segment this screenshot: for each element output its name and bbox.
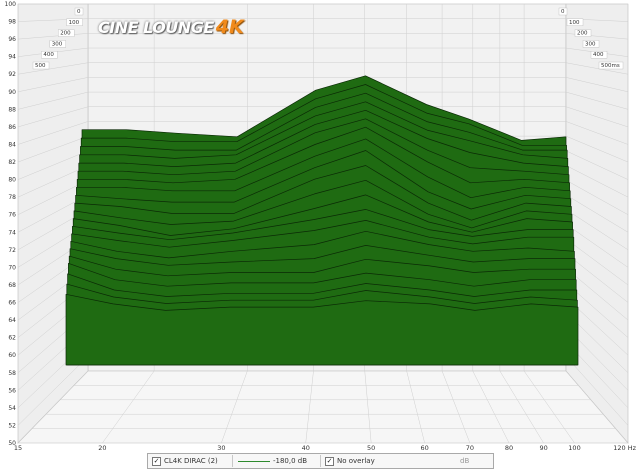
x-tick-label: 90	[539, 444, 547, 450]
z-tick-label: 0	[77, 9, 81, 15]
legend-bar: ✓ CL4K DIRAC (2) -180,0 dB ✓ No overlay …	[147, 453, 494, 469]
x-tick-label: 40	[302, 444, 310, 450]
y-tick-label: 96	[8, 36, 16, 43]
y-tick-label: 74	[8, 229, 16, 236]
y-tick-label: 72	[8, 247, 16, 254]
x-tick-label: 30	[217, 444, 225, 450]
y-tick-label: 66	[8, 300, 16, 307]
z-tick-label: 300	[52, 41, 63, 47]
x-tick-label: 70	[466, 444, 474, 450]
unit-label: dB	[460, 457, 470, 465]
z-tick-label: 0	[561, 9, 565, 15]
y-tick-label: 64	[8, 317, 16, 324]
y-tick-label: 78	[8, 194, 16, 201]
y-tick-label: 84	[8, 141, 16, 148]
right-wall	[565, 3, 629, 444]
x-tick-label: 15	[14, 444, 22, 450]
legend-divider	[320, 455, 321, 467]
waterfall-plot: 50 52 54 56 58 60 62 64 66 68 70 72 74 76 78 80 82 84 86 88…	[0, 0, 640, 450]
y-tick-label: 88	[8, 106, 16, 113]
x-tick-label: 80	[505, 444, 513, 450]
series-line-swatch	[238, 456, 270, 466]
logo-4k-text: 4K	[215, 16, 244, 38]
x-unit-label: 120 Hz	[613, 444, 636, 450]
z-tick-label: 400	[43, 52, 54, 58]
unit-readout: dB	[460, 456, 469, 466]
y-tick-label: 58	[8, 370, 16, 377]
y-tick-label: 56	[8, 387, 16, 394]
floor	[17, 370, 629, 444]
y-tick-label: 52	[8, 422, 16, 429]
level-value: -180,0 dB	[273, 457, 308, 465]
y-tick-label: 62	[8, 335, 16, 342]
x-tick-label: 20	[98, 444, 106, 450]
series-checkbox[interactable]: ✓	[152, 456, 161, 466]
y-tick-label: 70	[8, 264, 16, 271]
y-tick-label: 86	[8, 124, 16, 131]
y-tick-label: 94	[8, 54, 16, 61]
y-tick-label: 80	[8, 177, 16, 184]
overlay-label: No overlay	[337, 457, 375, 465]
y-tick-label: 92	[8, 71, 16, 78]
series-toggle[interactable]: ✓ CL4K DIRAC (2)	[152, 456, 218, 466]
x-tick-label: 50	[367, 444, 375, 450]
z-tick-label: 100	[569, 20, 580, 26]
z-tick-label: 400	[593, 52, 604, 58]
y-tick-label: 54	[8, 405, 16, 412]
series-label: CL4K DIRAC (2)	[164, 457, 218, 465]
legend-divider	[232, 455, 233, 467]
z-tick-label: 500	[35, 63, 46, 69]
y-tick-label: 98	[8, 19, 16, 26]
z-tick-label: 500ms	[601, 63, 620, 69]
z-tick-label: 300	[585, 41, 596, 47]
y-tick-label: 60	[8, 352, 16, 359]
y-tick-label: 100	[5, 1, 17, 8]
z-tick-label: 200	[577, 31, 588, 37]
x-tick-label: 60	[421, 444, 429, 450]
z-tick-label: 100	[69, 20, 80, 26]
y-tick-label: 90	[8, 89, 16, 96]
level-readout: -180,0 dB	[273, 456, 307, 466]
overlay-checkbox[interactable]: ✓	[325, 456, 334, 466]
line-swatch	[238, 460, 270, 462]
overlay-toggle[interactable]: ✓ No overlay	[325, 456, 375, 466]
logo-text: CINE LOUNGE	[98, 18, 214, 37]
cine-lounge-logo: CINE LOUNGE 4K	[98, 16, 244, 40]
y-tick-label: 76	[8, 212, 16, 219]
x-tick-label: 100	[568, 444, 580, 450]
z-tick-label: 200	[60, 31, 71, 37]
y-tick-label: 68	[8, 282, 16, 289]
y-tick-label: 82	[8, 159, 16, 166]
